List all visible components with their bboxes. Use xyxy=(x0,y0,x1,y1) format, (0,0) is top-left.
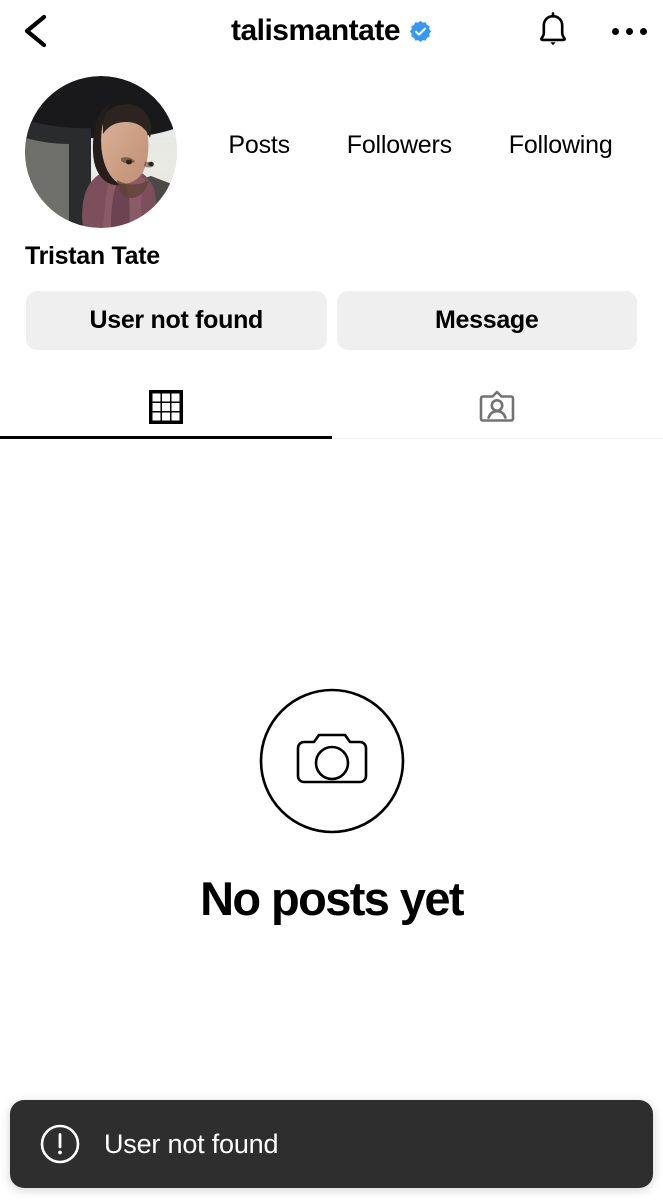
profile-username: talismantate xyxy=(230,14,401,47)
chevron-left-icon xyxy=(24,14,47,48)
stat-posts-label: Posts xyxy=(228,131,290,159)
follow-button[interactable]: User not found xyxy=(26,291,327,350)
header-actions xyxy=(534,0,653,62)
stat-following-label: Following xyxy=(508,131,613,159)
stat-followers-label: Followers xyxy=(346,131,452,159)
tab-tagged[interactable] xyxy=(332,376,663,438)
instagram-profile-screen: talismantate Tristan Tate Posts Follower… xyxy=(0,0,663,1200)
avatar[interactable] xyxy=(25,76,177,228)
avatar-column: Tristan Tate xyxy=(0,76,200,271)
grid-icon xyxy=(148,390,183,424)
notifications-button[interactable] xyxy=(534,11,572,51)
stat-followers[interactable]: Followers xyxy=(347,131,452,160)
empty-state: No posts yet xyxy=(0,439,663,926)
profile-summary: Tristan Tate Posts Followers Following xyxy=(0,62,663,271)
profile-stats: Posts Followers Following xyxy=(200,76,663,160)
toast-message: User not found xyxy=(104,1128,279,1159)
tagged-person-icon xyxy=(479,390,515,422)
exclamation-circle-icon xyxy=(40,1124,80,1164)
dot-2 xyxy=(626,27,633,35)
more-options-button[interactable] xyxy=(606,18,653,45)
empty-state-title: No posts yet xyxy=(200,872,464,925)
profile-action-buttons: User not found Message xyxy=(0,271,663,350)
message-button[interactable]: Message xyxy=(336,291,637,350)
toast-notification: User not found xyxy=(10,1100,653,1188)
verified-badge-icon xyxy=(409,20,432,42)
stat-following[interactable]: Following xyxy=(509,131,613,160)
back-button[interactable] xyxy=(8,0,64,62)
profile-tabs xyxy=(0,376,663,439)
app-header: talismantate xyxy=(0,0,663,62)
dot-1 xyxy=(612,27,619,35)
dot-3 xyxy=(640,27,647,35)
profile-display-name: Tristan Tate xyxy=(25,242,160,270)
stat-posts[interactable]: Posts xyxy=(228,131,290,160)
tab-grid[interactable] xyxy=(0,376,332,439)
camera-circle-icon xyxy=(259,688,404,834)
profile-photo xyxy=(25,76,177,228)
bell-icon xyxy=(540,12,566,46)
